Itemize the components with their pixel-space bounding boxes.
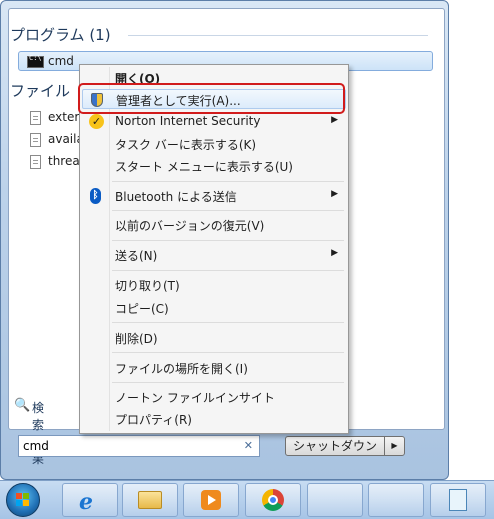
document-icon: [30, 133, 41, 147]
clear-search-icon[interactable]: ✕: [244, 439, 253, 452]
shutdown-button[interactable]: シャットダウン: [285, 436, 385, 456]
menu-item-delete[interactable]: 削除(D): [82, 328, 346, 348]
menu-item-restore-versions[interactable]: 以前のバージョンの復元(V): [82, 215, 346, 235]
menu-separator: [112, 382, 344, 383]
cmd-icon: C:\: [27, 54, 44, 68]
magnifier-icon: 🔍: [14, 398, 31, 413]
menu-item-label: 送る(N): [115, 249, 158, 263]
taskbar-button[interactable]: [307, 483, 363, 517]
menu-separator: [112, 322, 344, 323]
menu-item-bluetooth-send[interactable]: ᛒ Bluetooth による送信 ▶: [82, 186, 346, 206]
search-input[interactable]: [23, 438, 233, 454]
taskbar-chrome-button[interactable]: [245, 483, 301, 517]
menu-item-norton[interactable]: ✓ Norton Internet Security ▶: [82, 112, 346, 132]
section-divider: [128, 35, 428, 36]
menu-item-label: Bluetooth による送信: [115, 190, 237, 204]
file-result-label: exter: [48, 110, 80, 124]
menu-separator: [112, 270, 344, 271]
windows-logo-icon: [16, 493, 30, 507]
submenu-arrow-icon: ▶: [331, 248, 338, 258]
files-section-header[interactable]: ファイル: [10, 80, 70, 101]
submenu-arrow-icon: ▶: [331, 189, 338, 199]
menu-item-label: コピー(C): [115, 302, 169, 316]
highlight-annotation: [78, 83, 345, 114]
menu-item-label: スタート メニューに表示する(U): [115, 160, 293, 174]
search-box[interactable]: ✕: [18, 435, 260, 457]
context-menu: 開く(O) 管理者として実行(A)... ✓ Norton Internet S…: [79, 64, 349, 434]
menu-separator: [112, 352, 344, 353]
menu-separator: [112, 240, 344, 241]
media-player-icon: [201, 490, 221, 510]
menu-item-label: 切り取り(T): [115, 279, 180, 293]
menu-separator: [112, 210, 344, 211]
programs-section-header[interactable]: プログラム (1): [10, 24, 111, 45]
menu-item-label: 削除(D): [115, 332, 158, 346]
document-icon: [30, 155, 41, 169]
submenu-arrow-icon: ▶: [331, 115, 338, 125]
taskbar-notepad-button[interactable]: [430, 483, 486, 517]
program-result-label: cmd: [48, 54, 74, 68]
taskbar-ie-button[interactable]: e: [62, 483, 118, 517]
menu-separator: [112, 181, 344, 182]
chevron-right-icon: ▶: [391, 441, 398, 450]
bluetooth-icon: ᛒ: [87, 188, 103, 204]
menu-item-norton-insight[interactable]: ノートン ファイルインサイト: [82, 387, 346, 407]
menu-item-open-location[interactable]: ファイルの場所を開く(I): [82, 358, 346, 378]
menu-item-pin-start[interactable]: スタート メニューに表示する(U): [82, 156, 346, 176]
menu-item-pin-taskbar[interactable]: タスク バーに表示する(K): [82, 134, 346, 154]
start-orb-button[interactable]: [6, 483, 40, 517]
notepad-icon: [449, 489, 467, 511]
menu-item-label: ノートン ファイルインサイト: [115, 391, 275, 405]
menu-item-cut[interactable]: 切り取り(T): [82, 275, 346, 295]
menu-item-label: ファイルの場所を開く(I): [115, 362, 248, 376]
folder-icon: [138, 491, 162, 509]
menu-item-label: タスク バーに表示する(K): [115, 138, 257, 152]
chrome-icon: [262, 489, 284, 511]
menu-item-label: 以前のバージョンの復元(V): [115, 219, 265, 233]
shutdown-options-button[interactable]: ▶: [384, 436, 405, 456]
taskbar: e: [0, 480, 494, 519]
menu-item-properties[interactable]: プロパティ(R): [82, 409, 346, 429]
taskbar-explorer-button[interactable]: [122, 483, 178, 517]
file-result-label: threa: [48, 154, 80, 168]
menu-item-label: Norton Internet Security: [115, 114, 261, 128]
document-icon: [30, 111, 41, 125]
taskbar-button[interactable]: [368, 483, 424, 517]
menu-item-copy[interactable]: コピー(C): [82, 298, 346, 318]
taskbar-media-player-button[interactable]: [183, 483, 239, 517]
internet-explorer-icon: e: [79, 489, 93, 515]
norton-check-icon: ✓: [87, 114, 104, 130]
menu-item-send-to[interactable]: 送る(N) ▶: [82, 245, 346, 265]
menu-item-label: プロパティ(R): [115, 413, 192, 427]
